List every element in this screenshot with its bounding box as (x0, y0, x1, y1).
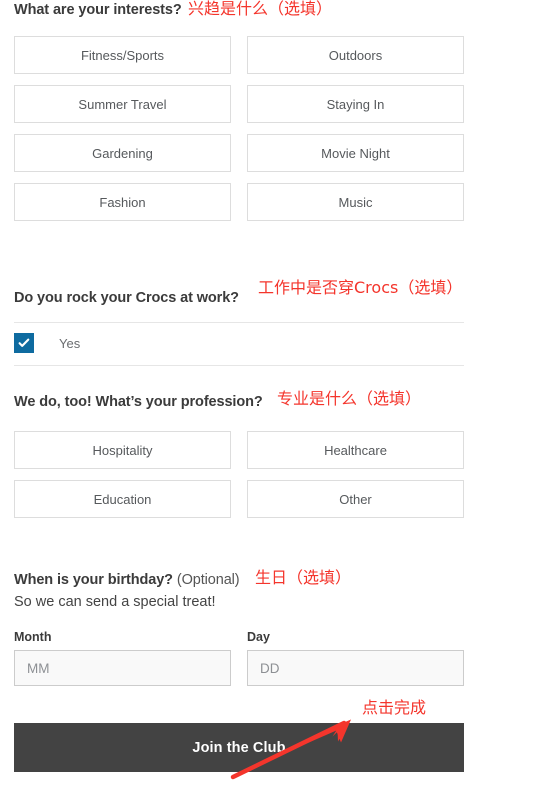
annotation-profession: 专业是什么（选填） (277, 389, 422, 408)
option-label: Education (93, 491, 152, 507)
annotation-interests: 兴趋是什么（选填） (188, 0, 333, 18)
interests-option-grid: Fitness/Sports Outdoors Summer Travel St… (14, 36, 464, 221)
day-input[interactable] (247, 650, 464, 686)
interest-option-staying-in[interactable]: Staying In (247, 85, 464, 123)
option-label: Hospitality (92, 442, 153, 458)
month-input[interactable] (14, 650, 231, 686)
day-field-label: Day (247, 630, 270, 644)
birthday-heading: When is your birthday? (Optional) (14, 572, 240, 588)
profession-option-education[interactable]: Education (14, 480, 231, 518)
interest-option-outdoors[interactable]: Outdoors (247, 36, 464, 74)
option-label: Healthcare (324, 442, 387, 458)
profession-option-hospitality[interactable]: Hospitality (14, 431, 231, 469)
option-label: Summer Travel (78, 96, 167, 112)
interest-option-fitness-sports[interactable]: Fitness/Sports (14, 36, 231, 74)
annotation-crocs: 工作中是否穿Crocs（选填） (258, 278, 463, 297)
birthday-subtext: So we can send a special treat! (14, 594, 216, 610)
birthday-optional-note: (Optional) (172, 572, 240, 588)
annotation-submit: 点击完成 (362, 698, 427, 717)
interest-option-summer-travel[interactable]: Summer Travel (14, 85, 231, 123)
signup-form-page: What are your interests? Fitness/Sports … (0, 0, 544, 790)
crocs-at-work-heading: Do you rock your Crocs at work? (14, 290, 239, 306)
option-label: Staying In (326, 96, 385, 112)
interest-option-fashion[interactable]: Fashion (14, 183, 231, 221)
option-label: Fitness/Sports (80, 47, 165, 63)
option-label: Outdoors (328, 47, 383, 63)
option-label: Music (338, 194, 373, 210)
join-the-club-button[interactable]: Join the Club (14, 723, 464, 772)
option-label: Movie Night (321, 145, 390, 161)
crocs-divider-top (14, 322, 464, 323)
interest-option-gardening[interactable]: Gardening (14, 134, 231, 172)
interest-option-movie-night[interactable]: Movie Night (247, 134, 464, 172)
option-label: Gardening (92, 145, 153, 161)
birthday-heading-text: When is your birthday? (14, 572, 173, 588)
month-field-label: Month (14, 630, 52, 644)
profession-option-other[interactable]: Other (247, 480, 464, 518)
profession-option-healthcare[interactable]: Healthcare (247, 431, 464, 469)
profession-heading: We do, too! What’s your profession? (14, 394, 263, 410)
option-label: Fashion (99, 194, 146, 210)
profession-option-grid: Hospitality Healthcare Education Other (14, 431, 464, 518)
interests-heading: What are your interests? (14, 2, 182, 18)
interest-option-music[interactable]: Music (247, 183, 464, 221)
crocs-yes-row[interactable]: Yes (14, 333, 80, 353)
crocs-yes-label: Yes (59, 335, 81, 351)
checkmark-icon[interactable] (14, 333, 34, 353)
annotation-birthday: 生日（选填） (255, 568, 352, 587)
option-label: Other (339, 491, 372, 507)
crocs-divider-bottom (14, 365, 464, 366)
